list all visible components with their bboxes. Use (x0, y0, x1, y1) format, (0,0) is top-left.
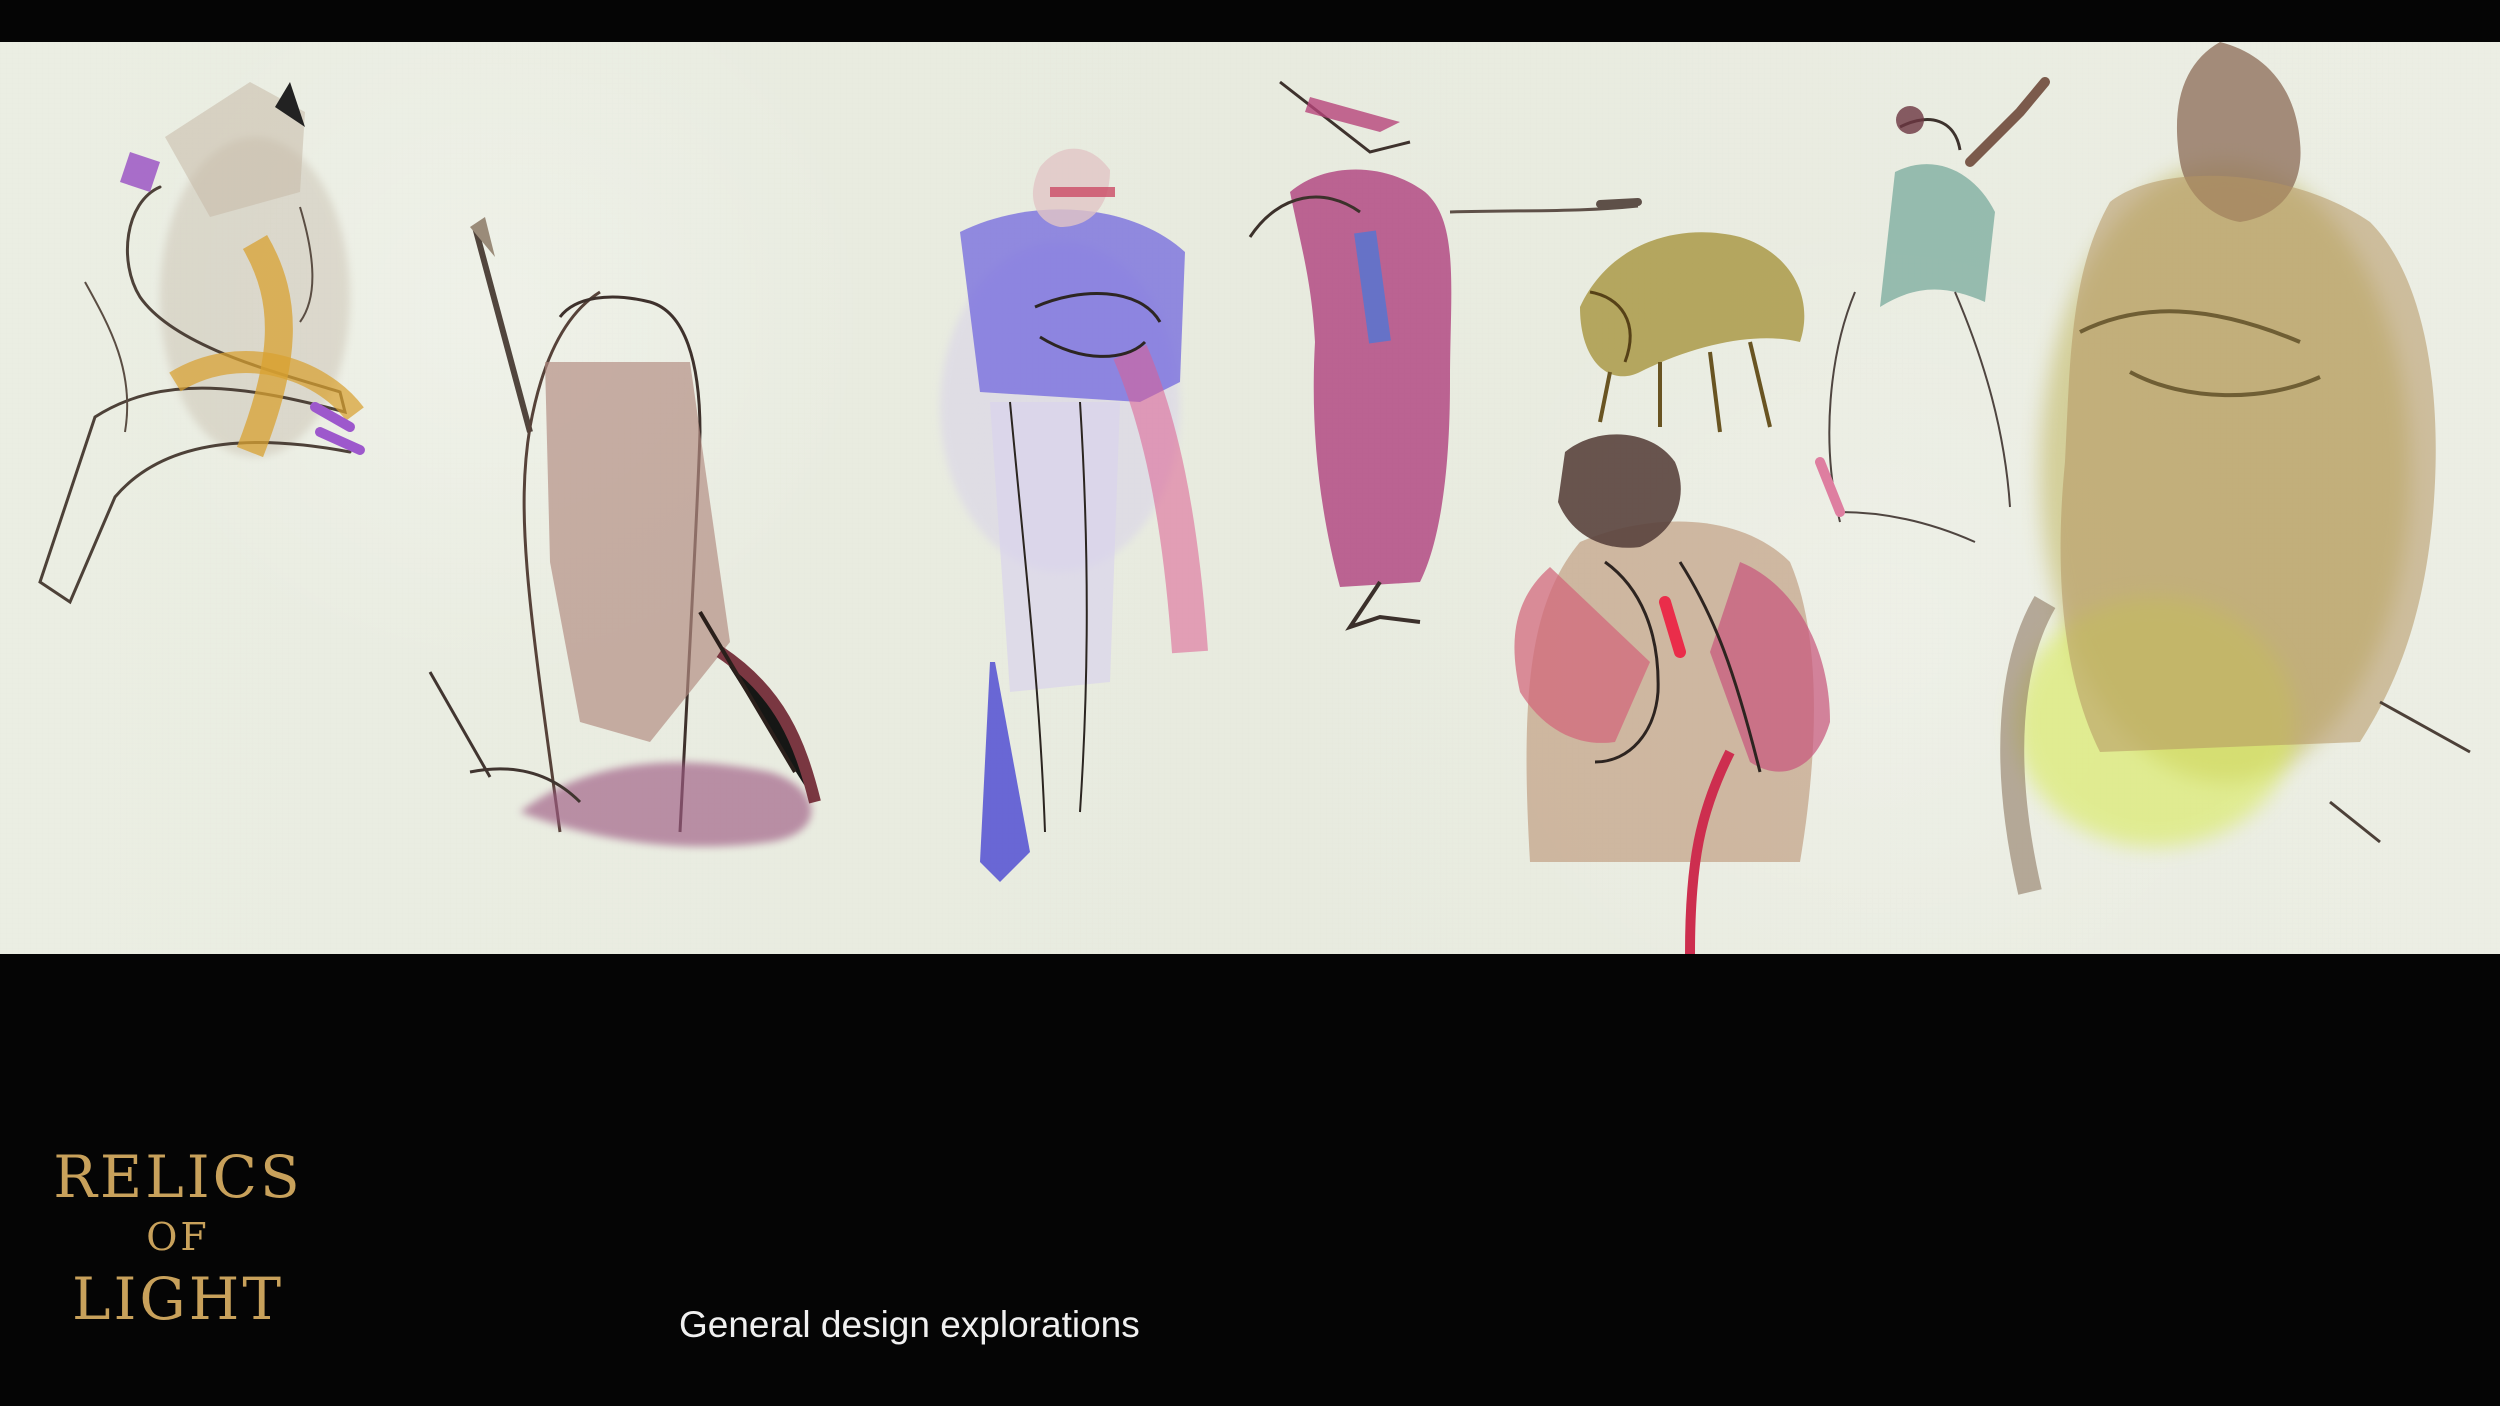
concept-art-illustration (38, 42, 2471, 954)
figure-ornate-canopy (1580, 232, 1805, 433)
concept-art-panel (0, 42, 2500, 954)
figure-caped-knight (940, 148, 1208, 882)
figure-swordsman (428, 217, 821, 847)
relics-of-light-logo: RELICS OF LIGHT (42, 1140, 314, 1340)
logo-line-of: OF (146, 1215, 210, 1259)
logo-line-light: LIGHT (71, 1265, 285, 1333)
slide-caption: General design explorations (679, 1304, 1140, 1345)
slide-stage: RELICS OF LIGHT General design explorati… (0, 0, 2500, 1406)
figure-crowned (38, 82, 365, 605)
figure-olive-armored (2000, 42, 2471, 895)
logo-line-relics: RELICS (53, 1143, 303, 1211)
figure-green-dress-dancer (1815, 77, 2050, 543)
figure-pink-tunic (1514, 434, 1830, 954)
